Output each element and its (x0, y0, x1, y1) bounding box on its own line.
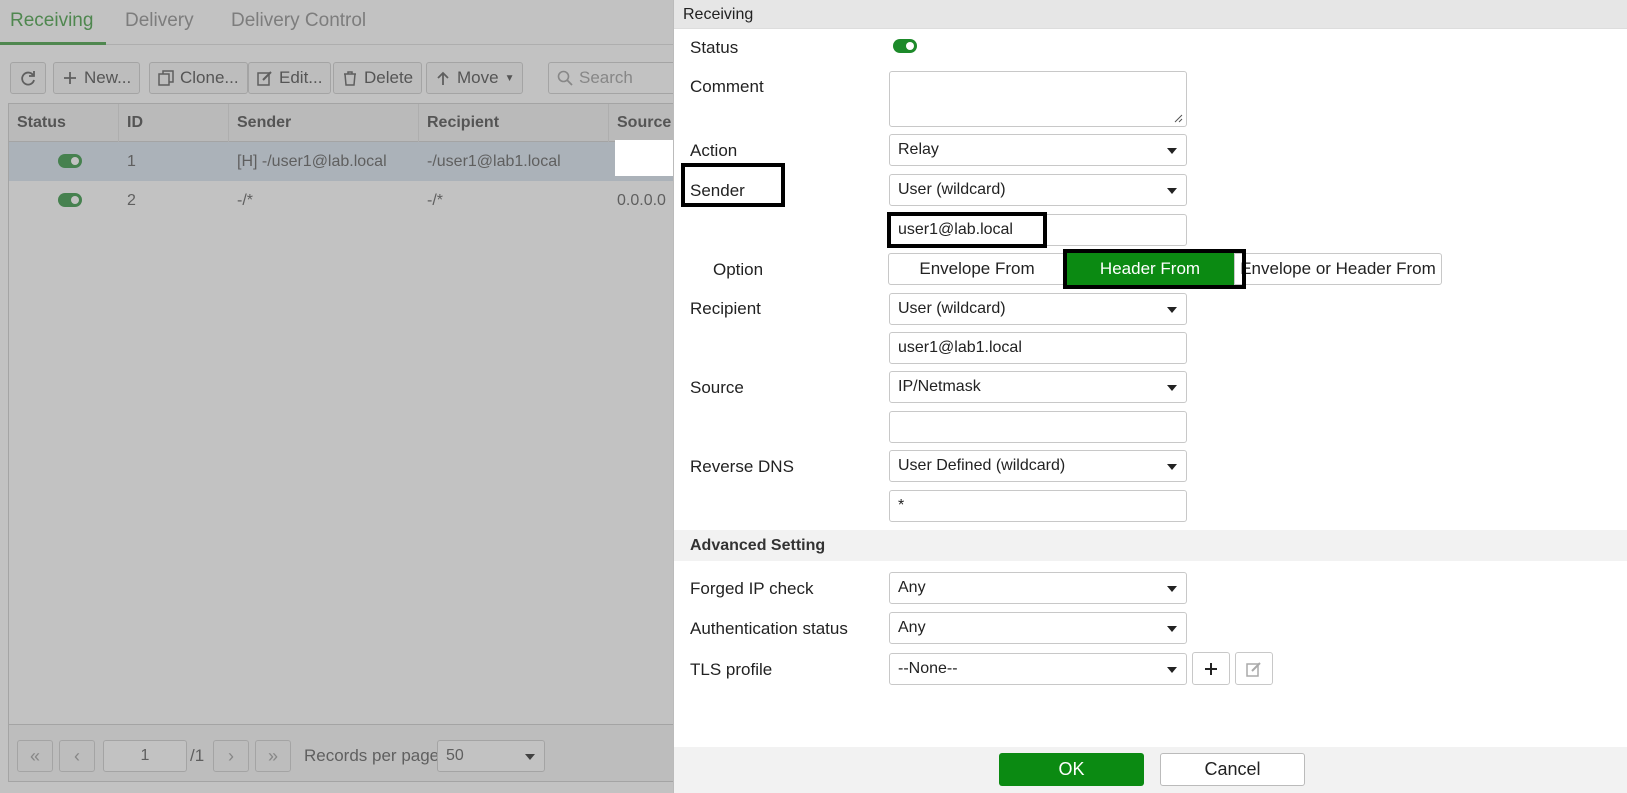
modal-overlay (0, 0, 675, 793)
status-toggle[interactable] (893, 39, 917, 53)
option-label: Option (713, 260, 764, 279)
forged-ip-label: Forged IP check (690, 579, 814, 598)
forged-ip-select[interactable]: Any (889, 572, 1187, 604)
sender-label: Sender (690, 181, 745, 200)
recipient-type-select[interactable]: User (wildcard) (889, 293, 1187, 325)
sender-type-value: User (wildcard) (898, 181, 1006, 198)
sender-input-value: user1@lab.local (898, 221, 1013, 238)
redaction (891, 413, 1041, 441)
auth-status-select[interactable]: Any (889, 612, 1187, 644)
sender-input[interactable]: user1@lab.local (889, 214, 1187, 246)
dialog-footer (674, 747, 1627, 793)
reverse-dns-input[interactable]: * (889, 490, 1187, 522)
option-segmented-control: Envelope From Header From Envelope or He… (888, 253, 1442, 285)
advanced-setting-title: Advanced Setting (690, 537, 826, 554)
add-tls-profile-button[interactable] (1192, 652, 1230, 685)
option-header-from[interactable]: Header From (1066, 253, 1234, 285)
cancel-button[interactable]: Cancel (1160, 753, 1305, 786)
reverse-dns-label: Reverse DNS (690, 457, 794, 476)
source-type-value: IP/Netmask (898, 378, 981, 395)
action-select[interactable]: Relay (889, 134, 1187, 166)
comment-field[interactable] (889, 71, 1187, 127)
option-envelope-from[interactable]: Envelope From (888, 253, 1066, 285)
sender-type-select[interactable]: User (wildcard) (889, 174, 1187, 206)
status-label: Status (690, 38, 739, 57)
tls-profile-label: TLS profile (690, 660, 773, 679)
receiving-dialog: Receiving Status Comment Action Relay Se… (673, 0, 1627, 793)
option-envelope-or-header-from[interactable]: Envelope or Header From (1234, 253, 1442, 285)
advanced-setting-header: Advanced Setting (674, 530, 1627, 561)
recipient-type-value: User (wildcard) (898, 300, 1006, 317)
reverse-dns-type-select[interactable]: User Defined (wildcard) (889, 450, 1187, 482)
source-type-select[interactable]: IP/Netmask (889, 371, 1187, 403)
action-value: Relay (898, 141, 939, 158)
reverse-dns-input-value: * (898, 497, 905, 514)
recipient-input-value: user1@lab1.local (898, 339, 1022, 356)
recipient-label: Recipient (690, 299, 761, 318)
ok-button[interactable]: OK (999, 753, 1144, 786)
action-label: Action (690, 141, 738, 160)
tls-profile-value: --None-- (898, 660, 958, 677)
resize-handle-icon[interactable] (1173, 113, 1183, 123)
auth-status-value: Any (898, 619, 926, 636)
comment-label: Comment (690, 77, 764, 96)
source-label: Source (690, 378, 744, 397)
edit-tls-profile-button[interactable] (1235, 652, 1273, 685)
cell-redaction (615, 140, 675, 176)
forged-ip-value: Any (898, 579, 926, 596)
edit-icon (1246, 661, 1261, 677)
auth-status-label: Authentication status (690, 619, 848, 638)
dialog-title: Receiving (674, 0, 1627, 29)
tls-profile-select[interactable]: --None-- (889, 653, 1187, 685)
plus-icon (1205, 662, 1217, 675)
policy-page: Receiving Delivery Delivery Control New.… (0, 0, 688, 793)
reverse-dns-type-value: User Defined (wildcard) (898, 457, 1066, 474)
recipient-input[interactable]: user1@lab1.local (889, 332, 1187, 364)
source-ip-input[interactable] (889, 411, 1187, 443)
